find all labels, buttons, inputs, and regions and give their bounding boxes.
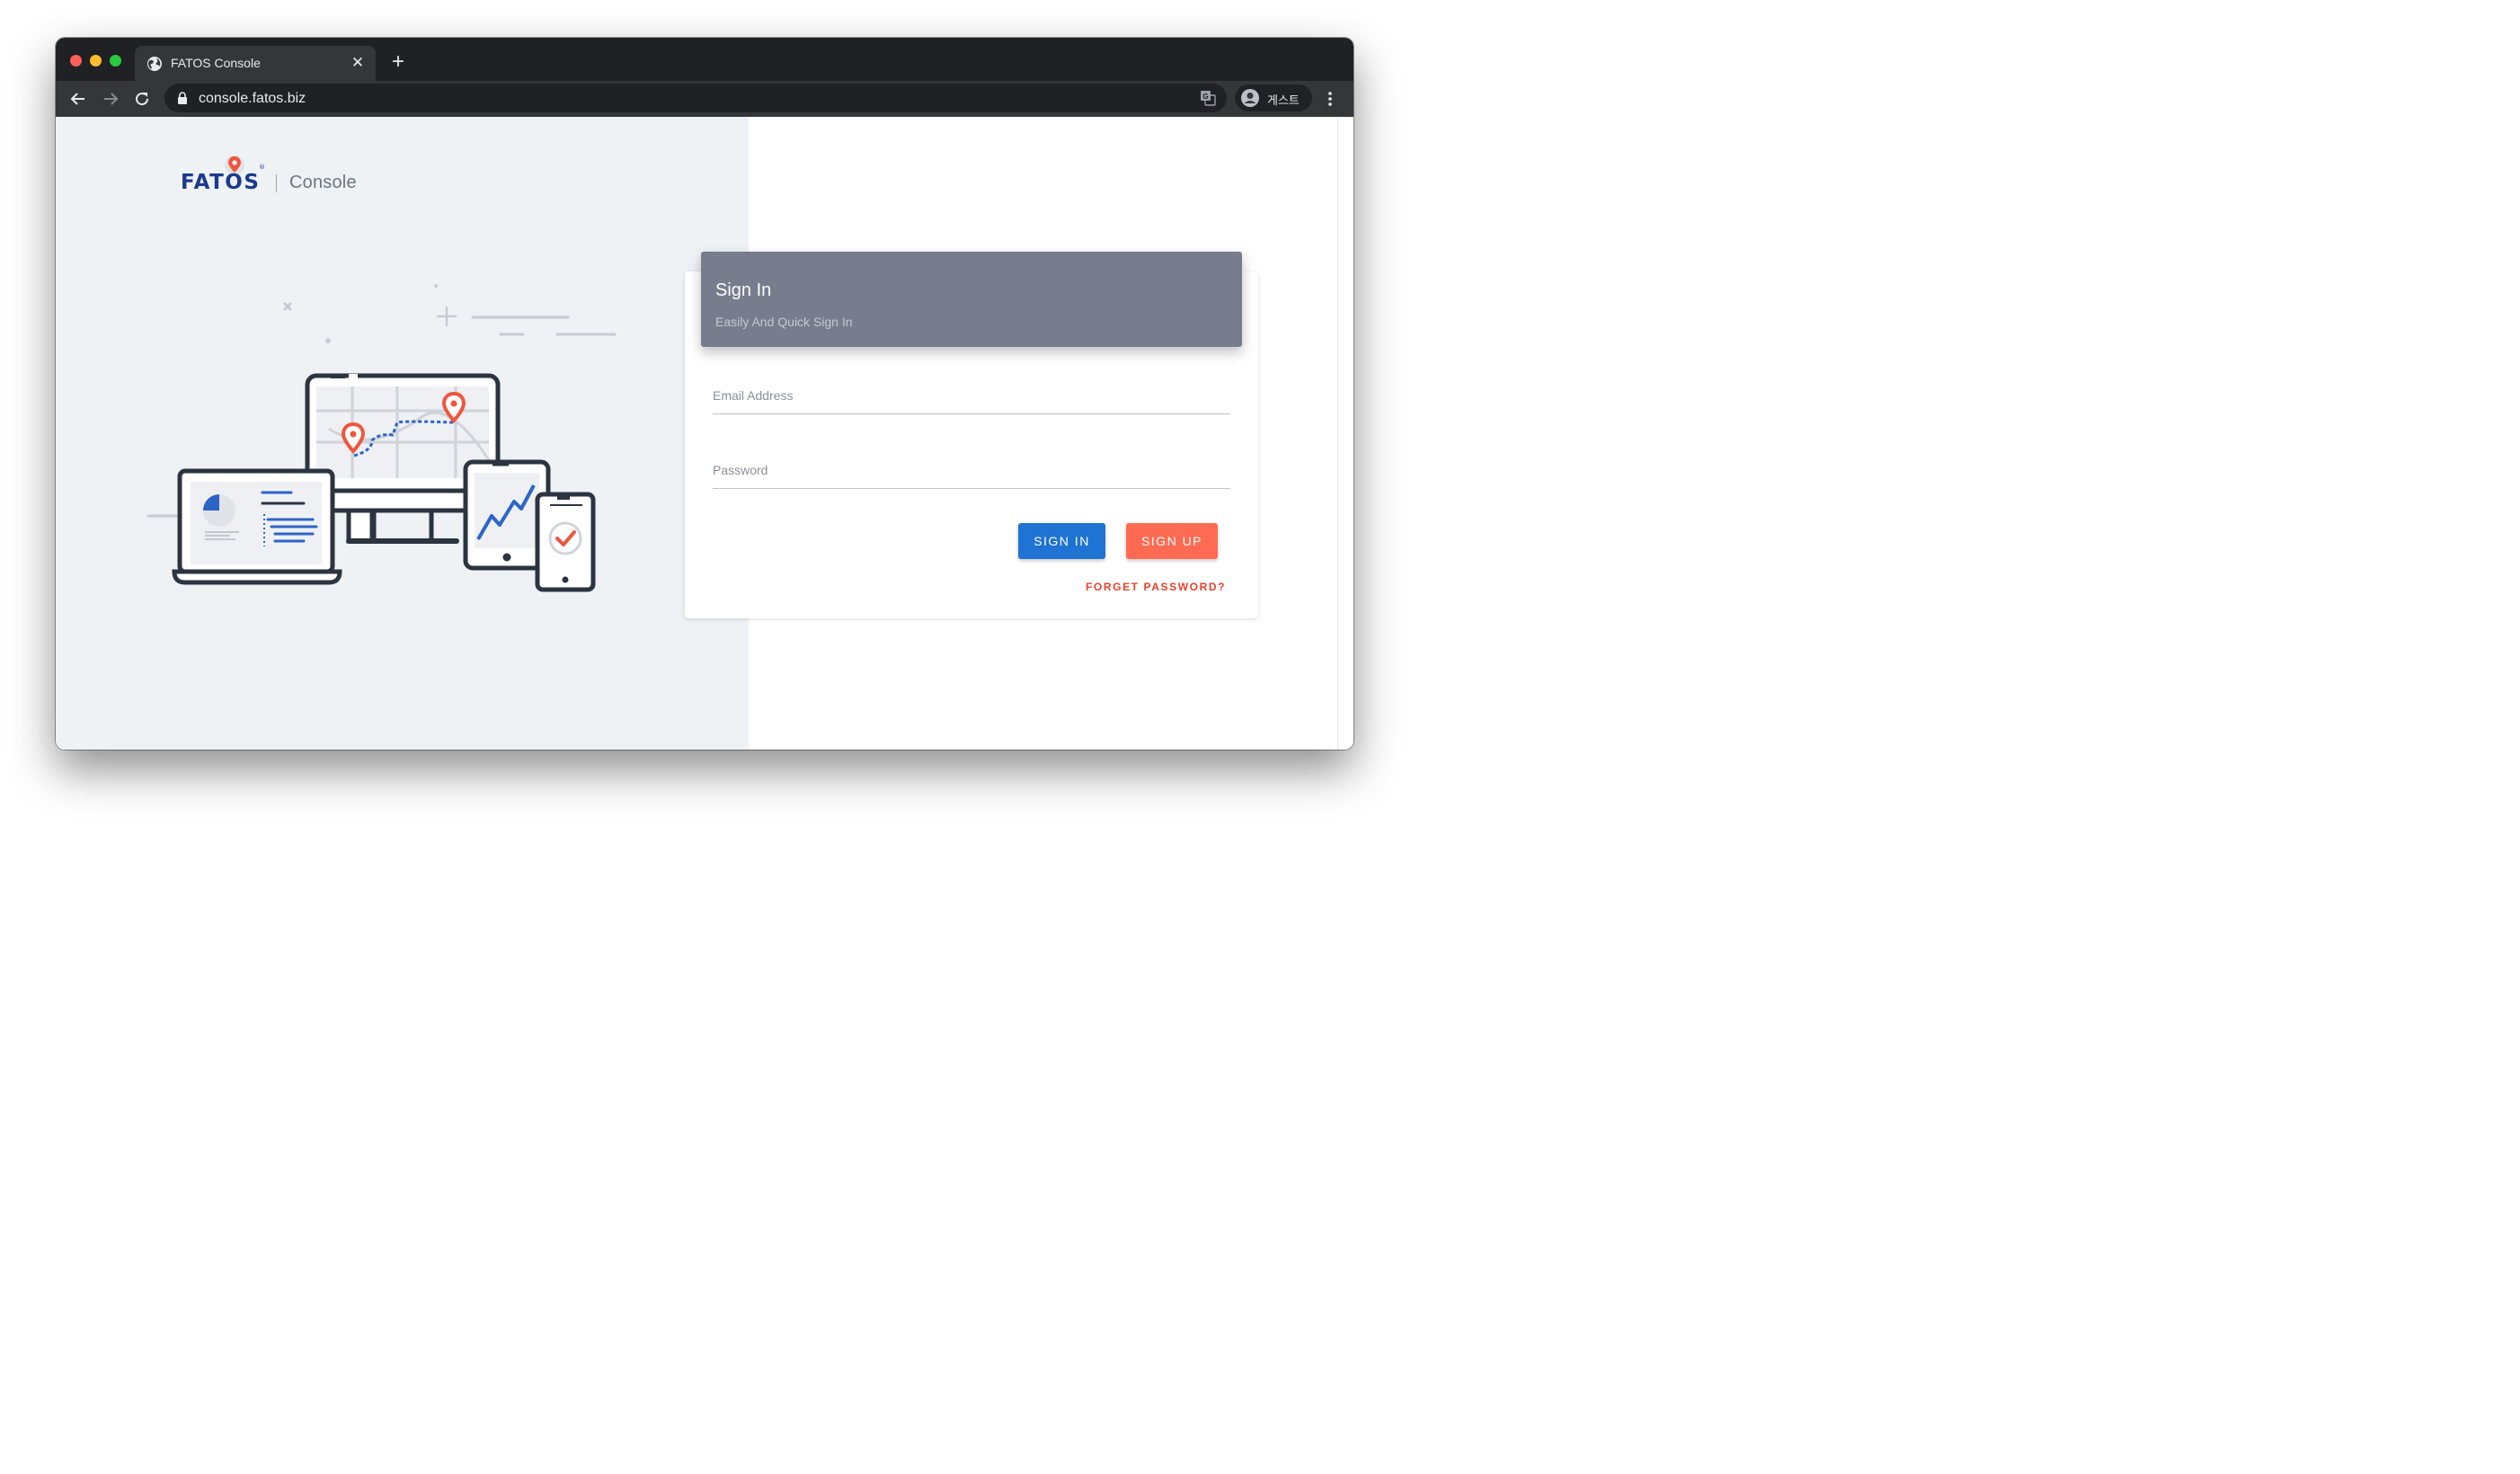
- page-content: FATOS ® Console Email Address Password S…: [56, 117, 1353, 750]
- devices-illustration: [146, 284, 617, 592]
- signin-header: Sign In Easily And Quick Sign In: [701, 252, 1242, 347]
- reload-icon[interactable]: [131, 88, 153, 110]
- password-field[interactable]: [713, 481, 1234, 501]
- email-underline: [713, 413, 1230, 414]
- tab-title: FATOS Console: [171, 56, 261, 70]
- fatos-logo: FATOS ®: [181, 155, 265, 192]
- zoom-window-button[interactable]: [110, 55, 121, 67]
- sign-up-button[interactable]: SIGN UP: [1126, 523, 1218, 559]
- hero-panel: FATOS ® Console: [56, 117, 749, 750]
- more-vert-icon[interactable]: [1323, 88, 1337, 110]
- globe-icon: [147, 57, 162, 71]
- plus-icon[interactable]: +: [386, 50, 410, 74]
- close-window-button[interactable]: [70, 55, 82, 67]
- lock-icon: [178, 92, 187, 104]
- profile-button[interactable]: 게스트: [1235, 84, 1312, 111]
- signin-subtitle: Easily And Quick Sign In: [715, 315, 853, 329]
- password-label: Password: [713, 463, 768, 477]
- url-text: console.fatos.biz: [199, 91, 306, 106]
- signin-title: Sign In: [715, 280, 772, 300]
- minimize-window-button[interactable]: [90, 55, 102, 67]
- address-bar[interactable]: console.fatos.biz G: [164, 84, 1227, 112]
- svg-text:®: ®: [259, 164, 265, 171]
- browser-tab[interactable]: FATOS Console ✕: [135, 46, 376, 81]
- profile-name: 게스트: [1267, 93, 1300, 107]
- avatar-icon: [1241, 89, 1259, 107]
- browser-toolbar: console.fatos.biz G 게스트: [56, 81, 1353, 117]
- svg-text:G: G: [1202, 93, 1208, 101]
- back-arrow-icon[interactable]: [67, 88, 89, 110]
- browser-window: FATOS Console ✕ + console.fatos.biz G 게스…: [56, 38, 1353, 750]
- tab-strip: FATOS Console ✕ +: [56, 38, 1353, 81]
- logo-divider: [276, 174, 277, 192]
- email-field[interactable]: [713, 406, 1234, 426]
- close-icon[interactable]: ✕: [349, 54, 367, 72]
- product-name: Console: [289, 173, 357, 192]
- forget-password-link[interactable]: FORGET PASSWORD?: [1086, 581, 1226, 593]
- scrollbar-track[interactable]: [1337, 117, 1338, 750]
- forward-arrow-icon[interactable]: [100, 88, 121, 110]
- sign-in-button[interactable]: SIGN IN: [1018, 523, 1105, 559]
- password-underline: [713, 488, 1230, 489]
- logo-text: FATOS: [181, 171, 260, 192]
- translate-icon[interactable]: G: [1200, 90, 1216, 106]
- email-label: Email Address: [713, 388, 794, 403]
